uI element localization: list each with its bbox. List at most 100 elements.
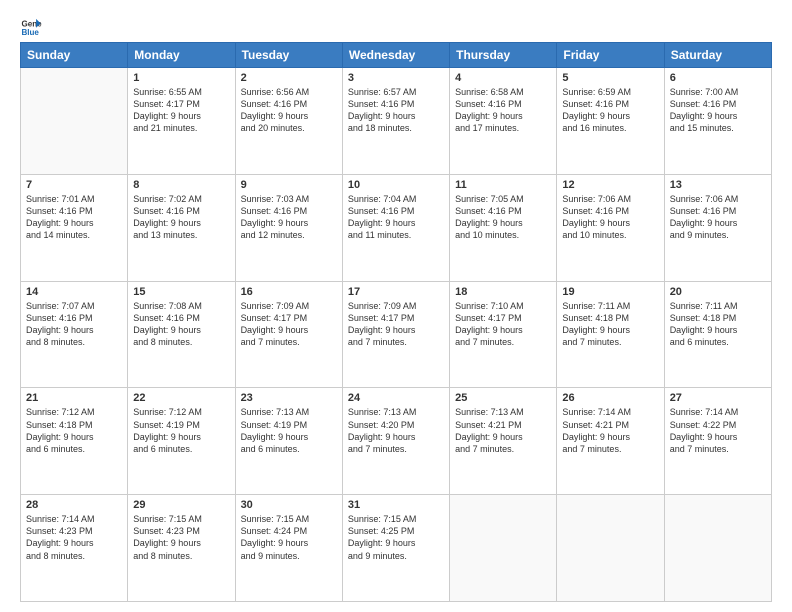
day-cell: 9Sunrise: 7:03 AMSunset: 4:16 PMDaylight… [235,174,342,281]
day-cell: 22 Sunrise: 7:12 AMSunset: 4:19 PMDayligh… [128,388,235,495]
day-info: Sunrise: 7:11 AMSunset: 4:18 PMDaylight:… [670,300,766,349]
day-info: Sunrise: 7:13 AMSunset: 4:21 PMDaylight:… [455,406,551,455]
logo-icon: General Blue [20,16,42,38]
day-cell: 31 Sunrise: 7:15 AMSunset: 4:25 PMDayligh… [342,495,449,602]
day-number: 31 [348,499,444,511]
day-cell: 23Sunrise: 7:13 AMSunset: 4:19 PMDayligh… [235,388,342,495]
day-info: Sunrise: 7:03 AMSunset: 4:16 PMDaylight:… [241,193,337,242]
day-info: Sunrise: 7:05 AMSunset: 4:16 PMDaylight:… [455,193,551,242]
day-info: Sunrise: 6:55 AMSunset: 4:17 PMDaylight:… [133,86,229,135]
calendar-wrapper: SundayMondayTuesdayWednesdayThursdayFrid… [20,42,772,602]
day-info: Sunrise: 7:06 AMSunset: 4:16 PMDaylight:… [670,193,766,242]
day-number: 8 [133,179,229,191]
day-cell: 24 Sunrise: 7:13 AMSunset: 4:20 PMDayligh… [342,388,449,495]
header: General Blue [20,16,772,38]
day-info: Sunrise: 7:01 AMSunset: 4:16 PMDaylight:… [26,193,122,242]
day-cell: 11 Sunrise: 7:05 AMSunset: 4:16 PMDayligh… [450,174,557,281]
day-info: Sunrise: 7:14 AMSunset: 4:23 PMDaylight:… [26,513,122,562]
day-info: Sunrise: 7:13 AMSunset: 4:20 PMDaylight:… [348,406,444,455]
day-cell: 1 Sunrise: 6:55 AMSunset: 4:17 PMDaylight… [128,68,235,175]
day-number: 30 [241,499,337,511]
header-cell-saturday: Saturday [664,43,771,68]
day-number: 17 [348,286,444,298]
day-cell [557,495,664,602]
day-cell: 13 Sunrise: 7:06 AMSunset: 4:16 PMDayligh… [664,174,771,281]
day-info: Sunrise: 7:12 AMSunset: 4:18 PMDaylight:… [26,406,122,455]
day-info: Sunrise: 7:11 AMSunset: 4:18 PMDaylight:… [562,300,658,349]
day-cell: 27Sunrise: 7:14 AMSunset: 4:22 PMDayligh… [664,388,771,495]
day-info: Sunrise: 7:07 AMSunset: 4:16 PMDaylight:… [26,300,122,349]
day-info: Sunrise: 7:15 AMSunset: 4:24 PMDaylight:… [241,513,337,562]
day-info: Sunrise: 7:02 AMSunset: 4:16 PMDaylight:… [133,193,229,242]
header-cell-thursday: Thursday [450,43,557,68]
day-cell: 3Sunrise: 6:57 AMSunset: 4:16 PMDaylight… [342,68,449,175]
day-number: 6 [670,72,766,84]
day-cell [21,68,128,175]
day-info: Sunrise: 6:57 AMSunset: 4:16 PMDaylight:… [348,86,444,135]
day-info: Sunrise: 7:00 AMSunset: 4:16 PMDaylight:… [670,86,766,135]
day-cell: 18 Sunrise: 7:10 AMSunset: 4:17 PMDayligh… [450,281,557,388]
day-cell: 30 Sunrise: 7:15 AMSunset: 4:24 PMDayligh… [235,495,342,602]
week-row-3: 21Sunrise: 7:12 AMSunset: 4:18 PMDayligh… [21,388,772,495]
day-cell: 14Sunrise: 7:07 AMSunset: 4:16 PMDayligh… [21,281,128,388]
day-number: 16 [241,286,337,298]
day-cell: 25Sunrise: 7:13 AMSunset: 4:21 PMDayligh… [450,388,557,495]
header-cell-monday: Monday [128,43,235,68]
header-cell-wednesday: Wednesday [342,43,449,68]
day-number: 23 [241,392,337,404]
header-cell-friday: Friday [557,43,664,68]
day-cell: 7 Sunrise: 7:01 AMSunset: 4:16 PMDaylight… [21,174,128,281]
day-number: 1 [133,72,229,84]
day-info: Sunrise: 7:09 AMSunset: 4:17 PMDaylight:… [348,300,444,349]
day-number: 10 [348,179,444,191]
day-number: 29 [133,499,229,511]
day-number: 28 [26,499,122,511]
day-cell: 5 Sunrise: 6:59 AMSunset: 4:16 PMDaylight… [557,68,664,175]
logo: General Blue [20,16,42,38]
day-number: 19 [562,286,658,298]
day-cell: 17 Sunrise: 7:09 AMSunset: 4:17 PMDayligh… [342,281,449,388]
day-info: Sunrise: 7:09 AMSunset: 4:17 PMDaylight:… [241,300,337,349]
day-number: 22 [133,392,229,404]
day-cell: 10 Sunrise: 7:04 AMSunset: 4:16 PMDayligh… [342,174,449,281]
week-row-1: 7 Sunrise: 7:01 AMSunset: 4:16 PMDaylight… [21,174,772,281]
day-info: Sunrise: 7:15 AMSunset: 4:23 PMDaylight:… [133,513,229,562]
day-number: 13 [670,179,766,191]
day-number: 26 [562,392,658,404]
day-cell: 28 Sunrise: 7:14 AMSunset: 4:23 PMDayligh… [21,495,128,602]
day-number: 4 [455,72,551,84]
day-cell: 4Sunrise: 6:58 AMSunset: 4:16 PMDaylight… [450,68,557,175]
day-cell: 16 Sunrise: 7:09 AMSunset: 4:17 PMDayligh… [235,281,342,388]
day-number: 7 [26,179,122,191]
day-info: Sunrise: 6:59 AMSunset: 4:16 PMDaylight:… [562,86,658,135]
day-info: Sunrise: 7:15 AMSunset: 4:25 PMDaylight:… [348,513,444,562]
day-number: 12 [562,179,658,191]
day-info: Sunrise: 7:04 AMSunset: 4:16 PMDaylight:… [348,193,444,242]
week-row-4: 28 Sunrise: 7:14 AMSunset: 4:23 PMDayligh… [21,495,772,602]
day-number: 20 [670,286,766,298]
day-number: 2 [241,72,337,84]
day-cell: 29 Sunrise: 7:15 AMSunset: 4:23 PMDayligh… [128,495,235,602]
day-number: 15 [133,286,229,298]
day-cell: 6 Sunrise: 7:00 AMSunset: 4:16 PMDaylight… [664,68,771,175]
day-number: 11 [455,179,551,191]
day-info: Sunrise: 7:12 AMSunset: 4:19 PMDaylight:… [133,406,229,455]
day-cell: 8 Sunrise: 7:02 AMSunset: 4:16 PMDaylight… [128,174,235,281]
day-cell: 15 Sunrise: 7:08 AMSunset: 4:16 PMDayligh… [128,281,235,388]
day-cell: 20 Sunrise: 7:11 AMSunset: 4:18 PMDayligh… [664,281,771,388]
calendar-table: SundayMondayTuesdayWednesdayThursdayFrid… [20,42,772,602]
week-row-0: 1 Sunrise: 6:55 AMSunset: 4:17 PMDaylight… [21,68,772,175]
day-number: 5 [562,72,658,84]
day-info: Sunrise: 7:14 AMSunset: 4:22 PMDaylight:… [670,406,766,455]
day-cell: 19 Sunrise: 7:11 AMSunset: 4:18 PMDayligh… [557,281,664,388]
day-info: Sunrise: 7:08 AMSunset: 4:16 PMDaylight:… [133,300,229,349]
day-cell: 12 Sunrise: 7:06 AMSunset: 4:16 PMDayligh… [557,174,664,281]
day-number: 24 [348,392,444,404]
day-info: Sunrise: 7:10 AMSunset: 4:17 PMDaylight:… [455,300,551,349]
day-info: Sunrise: 7:06 AMSunset: 4:16 PMDaylight:… [562,193,658,242]
svg-text:Blue: Blue [21,28,39,37]
day-cell: 2Sunrise: 6:56 AMSunset: 4:16 PMDaylight… [235,68,342,175]
day-cell [664,495,771,602]
header-row: SundayMondayTuesdayWednesdayThursdayFrid… [21,43,772,68]
day-number: 18 [455,286,551,298]
